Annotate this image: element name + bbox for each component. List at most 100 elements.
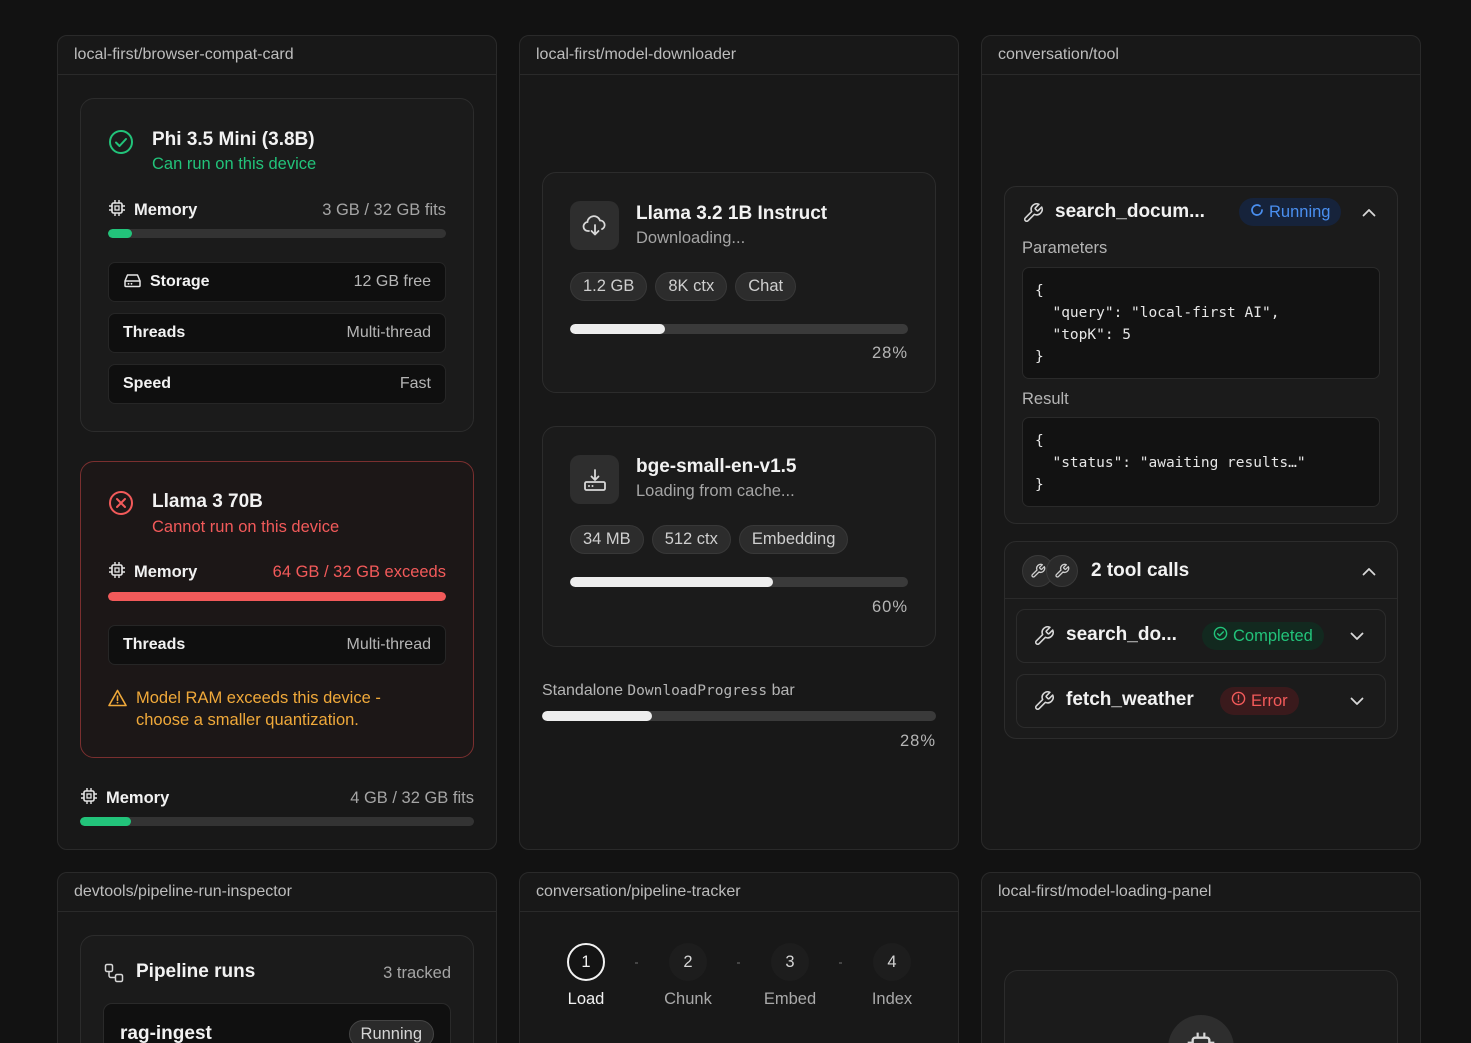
download-card: Llama 3.2 1B Instruct Downloading... 1.2… <box>542 172 936 393</box>
progress-percent: 28% <box>899 732 936 750</box>
x-circle-icon <box>108 490 134 521</box>
chip-icon <box>108 561 126 584</box>
compat-status: Cannot run on this device <box>152 518 340 536</box>
memory-label: Memory <box>106 789 170 807</box>
caption-code: DownloadProgress <box>627 683 768 699</box>
step-number: 1 <box>567 943 605 981</box>
pipeline-runs-title: Pipeline runs <box>136 961 256 982</box>
alert-circle-icon <box>1231 691 1246 711</box>
memory-value: 3 GB / 32 GB fits <box>322 201 446 219</box>
threads-row: Threads Multi-thread <box>108 625 446 665</box>
warning-text: Model RAM exceeds this device - choose a… <box>136 689 381 729</box>
status-text: Running <box>360 1024 422 1043</box>
panel-pipeline-tracker: conversation/pipeline-tracker 1 Load 2 C… <box>519 872 959 1043</box>
panel-conversation-tool: conversation/tool search_docum... Runnin… <box>981 35 1421 850</box>
compat-status: Can run on this device <box>152 155 317 173</box>
step-number: 4 <box>873 943 911 981</box>
standalone-progress-caption: Standalone DownloadProgress bar <box>542 682 795 700</box>
check-circle-icon <box>108 129 134 160</box>
row-value: Fast <box>399 375 431 392</box>
tag-list: 1.2 GB 8K ctx Chat <box>570 272 804 301</box>
check-circle-icon <box>1213 626 1228 646</box>
status-text: Running <box>1269 202 1331 221</box>
memory-label: Memory <box>134 201 198 219</box>
panel-browser-compat: local-first/browser-compat-card Phi 3.5 … <box>57 35 497 850</box>
chevron-down-icon[interactable] <box>1346 690 1368 712</box>
pipeline-run-item[interactable]: rag-ingest Running <box>103 1003 451 1043</box>
tool-name: search_docum... <box>1055 201 1205 222</box>
row-value: Multi-thread <box>346 636 431 653</box>
wrench-icon <box>1033 625 1055 652</box>
chevron-up-icon[interactable] <box>1358 560 1380 582</box>
download-name: bge-small-en-v1.5 <box>636 456 797 477</box>
compat-card-llama70b: Llama 3 70B Cannot run on this device Me… <box>80 461 474 758</box>
tool-call-item[interactable]: search_do... Completed <box>1016 609 1386 663</box>
download-card: bge-small-en-v1.5 Loading from cache... … <box>542 426 936 647</box>
row-value: 12 GB free <box>353 273 431 290</box>
memory-meter: Memory 3 GB / 32 GB fits <box>108 199 446 222</box>
panel-model-loading: local-first/model-loading-panel <box>981 872 1421 1043</box>
loader-icon <box>1250 203 1264 222</box>
panel-title: local-first/model-downloader <box>520 36 958 75</box>
step-connector <box>737 962 740 964</box>
step-label: Embed <box>763 990 817 1008</box>
step-number: 2 <box>669 943 707 981</box>
tag: Chat <box>735 272 797 301</box>
chip-icon <box>1168 1015 1234 1043</box>
workflow-icon <box>104 963 124 988</box>
tag: 512 ctx <box>651 525 731 554</box>
tool-group-title: 2 tool calls <box>1091 560 1190 581</box>
pipeline-step: 3 Embed <box>750 943 830 1009</box>
tag: 1.2 GB <box>570 272 648 301</box>
model-loading-card <box>1004 970 1398 1043</box>
step-connector <box>635 962 638 964</box>
tag-list: 34 MB 512 ctx Embedding <box>570 525 856 554</box>
pipeline-step: 4 Index <box>852 943 932 1009</box>
row-label: Speed <box>123 375 172 392</box>
standalone-memory-meter: Memory 4 GB / 32 GB fits <box>80 787 474 810</box>
memory-meter: Memory 64 GB / 32 GB exceeds <box>108 561 446 584</box>
memory-value: 4 GB / 32 GB fits <box>350 789 474 807</box>
tool-call-item[interactable]: fetch_weather Error <box>1016 674 1386 728</box>
result-code: { "status": "awaiting results…" } <box>1022 417 1380 507</box>
wrench-stack-icon <box>1022 555 1078 587</box>
status-text: Error <box>1251 691 1288 710</box>
parameters-code: { "query": "local-first AI", "topK": 5 } <box>1022 267 1380 379</box>
compat-card-phi: Phi 3.5 Mini (3.8B) Can run on this devi… <box>80 98 474 432</box>
chevron-up-icon[interactable] <box>1358 201 1380 223</box>
step-label: Load <box>567 990 605 1008</box>
progress-percent: 28% <box>871 344 908 362</box>
status-badge-running: Running <box>348 1020 434 1043</box>
hard-drive-download-icon <box>570 455 619 504</box>
result-label: Result <box>1022 390 1069 408</box>
pipeline-step: 1 Load <box>546 943 626 1009</box>
row-value: Multi-thread <box>346 324 431 341</box>
panel-title: conversation/pipeline-tracker <box>520 873 958 912</box>
pipeline-runs-card: Pipeline runs 3 tracked rag-ingest Runni… <box>80 935 474 1043</box>
tool-name: fetch_weather <box>1066 689 1194 710</box>
tag: Embedding <box>738 525 849 554</box>
memory-bar <box>108 229 446 238</box>
pipeline-step: 2 Chunk <box>648 943 728 1009</box>
chevron-down-icon[interactable] <box>1346 625 1368 647</box>
chip-icon <box>80 787 98 810</box>
memory-bar <box>108 592 446 601</box>
tool-name: search_do... <box>1066 624 1177 645</box>
status-badge-error: Error <box>1220 687 1299 715</box>
status-badge-running: Running <box>1239 198 1342 226</box>
storage-row: Storage 12 GB free <box>108 262 446 302</box>
panel-title: devtools/pipeline-run-inspector <box>58 873 496 912</box>
tag: 34 MB <box>570 525 644 554</box>
tool-call-card: search_docum... Running Parameters { "qu… <box>1004 186 1398 524</box>
panel-model-downloader: local-first/model-downloader Llama 3.2 1… <box>519 35 959 850</box>
tag: 8K ctx <box>655 272 728 301</box>
hard-drive-icon <box>123 272 142 293</box>
panel-title: local-first/browser-compat-card <box>58 36 496 75</box>
row-label: Threads <box>123 324 186 341</box>
step-number: 3 <box>771 943 809 981</box>
chip-icon <box>108 199 126 222</box>
row-label: Storage <box>150 273 210 290</box>
model-name: Phi 3.5 Mini (3.8B) <box>152 129 315 150</box>
tool-call-group: 2 tool calls search_do... Completed fetc… <box>1004 541 1398 739</box>
download-status: Downloading... <box>636 229 746 247</box>
